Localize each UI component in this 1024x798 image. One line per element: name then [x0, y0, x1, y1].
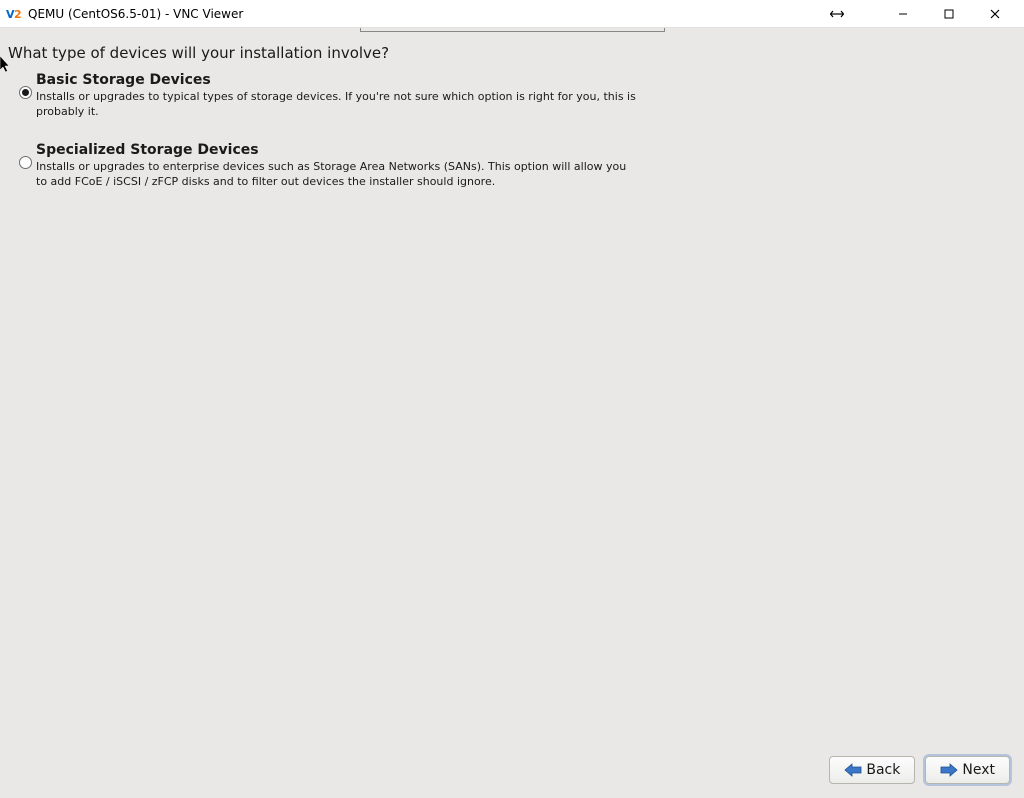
option-basic-storage[interactable]: Basic Storage Devices Installs or upgrad… [14, 72, 1010, 120]
vnc-app-icon: V 2 [6, 6, 22, 22]
next-button[interactable]: Next [925, 756, 1010, 784]
window-title: QEMU (CentOS6.5-01) - VNC Viewer [28, 7, 814, 21]
back-button[interactable]: Back [829, 756, 915, 784]
close-button[interactable] [972, 0, 1018, 28]
option-title: Basic Storage Devices [36, 72, 636, 88]
option-title: Specialized Storage Devices [36, 142, 636, 158]
svg-text:2: 2 [14, 8, 22, 21]
radio-specialized-storage[interactable] [19, 156, 32, 169]
back-label: Back [866, 762, 900, 778]
option-specialized-storage[interactable]: Specialized Storage Devices Installs or … [14, 142, 1010, 190]
installer-question: What type of devices will your installat… [0, 30, 1024, 72]
window-controls [880, 0, 1018, 28]
arrow-left-icon [844, 763, 862, 777]
installer-content: What type of devices will your installat… [0, 28, 1024, 798]
option-description: Installs or upgrades to typical types of… [36, 90, 636, 120]
next-label: Next [962, 762, 995, 778]
radio-basic-storage[interactable] [19, 86, 32, 99]
resize-indicator-icon [814, 0, 860, 28]
option-description: Installs or upgrades to enterprise devic… [36, 160, 636, 190]
window-titlebar: V 2 QEMU (CentOS6.5-01) - VNC Viewer [0, 0, 1024, 28]
partial-dropdown-frame [360, 28, 665, 32]
storage-options: Basic Storage Devices Installs or upgrad… [0, 72, 1024, 189]
nav-footer: Back Next [829, 756, 1010, 784]
maximize-button[interactable] [926, 0, 972, 28]
cursor-icon [0, 56, 12, 78]
minimize-button[interactable] [880, 0, 926, 28]
arrow-right-icon [940, 763, 958, 777]
